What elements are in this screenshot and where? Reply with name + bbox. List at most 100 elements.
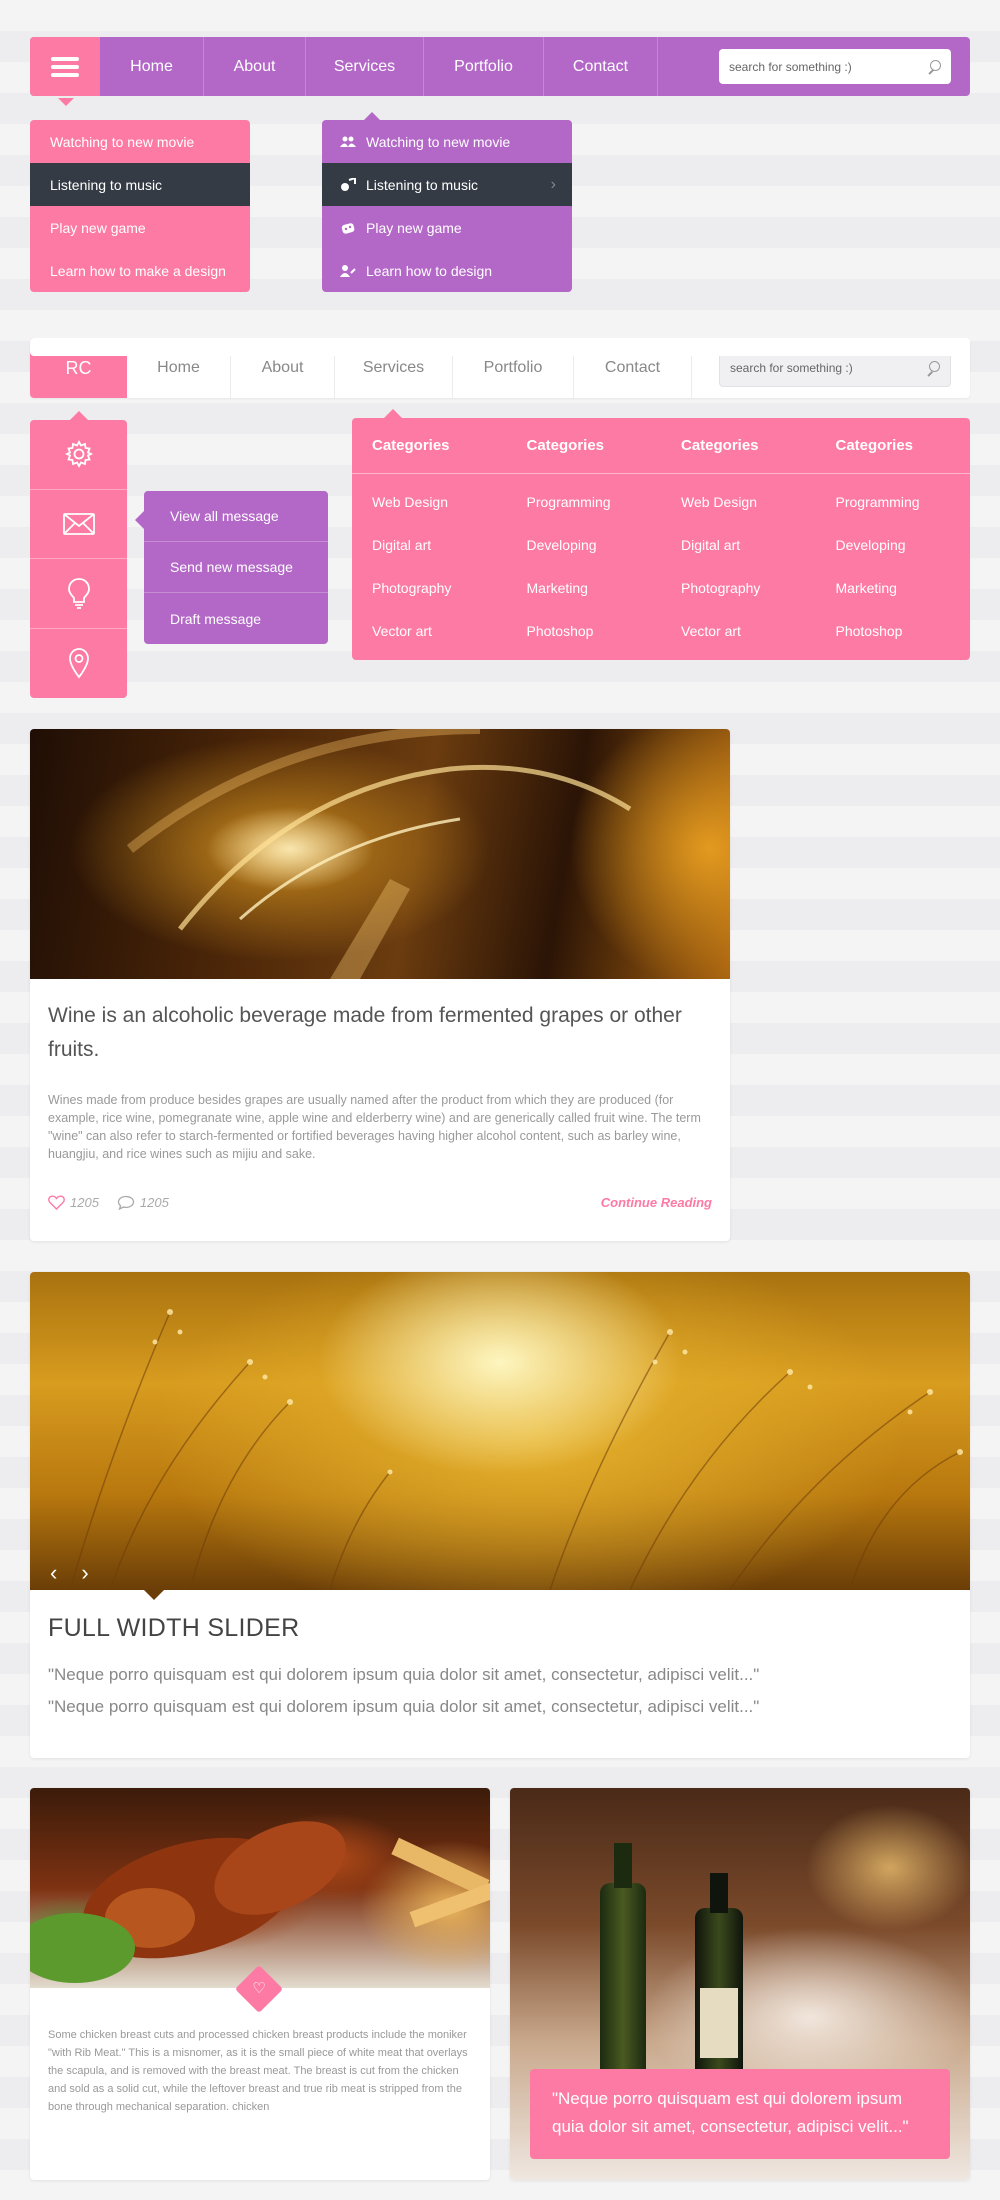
gamepad-icon: [340, 221, 356, 235]
category-link[interactable]: Digital art: [681, 523, 816, 566]
ideas-button[interactable]: [30, 559, 127, 629]
dropdown-item[interactable]: Learn how to design: [322, 249, 572, 292]
slider-quote: "Neque porro quisquam est qui dolorem ip…: [48, 1697, 760, 1716]
slider-pointer: [144, 1590, 164, 1600]
mega-menu: Categories Categories Categories Categor…: [352, 409, 970, 660]
mega-menu-links: Web Design Digital art Photography Vecto…: [352, 474, 970, 652]
dropdown-item-label: Watching to new movie: [366, 133, 511, 150]
slider-prev-button[interactable]: ‹: [50, 1560, 57, 1586]
bottle-label: [700, 1988, 738, 2058]
category-link[interactable]: Programming: [527, 480, 662, 523]
post-meta: 1205 1205: [48, 1195, 169, 1210]
category-link[interactable]: Vector art: [681, 609, 816, 652]
category-link[interactable]: Marketing: [527, 566, 662, 609]
messages-button[interactable]: [30, 490, 127, 559]
search-icon[interactable]: [926, 361, 940, 375]
menu-item-send-new-message[interactable]: Send new message: [144, 542, 328, 593]
category-link[interactable]: Developing: [836, 523, 971, 566]
dropdown-item-active[interactable]: Listening to music ›: [322, 163, 572, 206]
settings-button[interactable]: [30, 420, 127, 490]
chicken-image: [30, 1788, 490, 1988]
menu-item-view-all-message[interactable]: View all message: [144, 491, 328, 542]
category-link[interactable]: Vector art: [372, 609, 507, 652]
gear-icon: [64, 440, 93, 469]
nav-active-indicator: [30, 338, 970, 356]
heart-icon: [48, 1195, 65, 1210]
food-card: ♡ Some chicken breast cuts and processed…: [30, 1788, 490, 2180]
category-link[interactable]: Photography: [681, 566, 816, 609]
dropdown-item-label: Play new game: [366, 219, 462, 236]
category-link[interactable]: Web Design: [372, 480, 507, 523]
menu-item-draft-message[interactable]: Draft message: [144, 593, 328, 644]
nav-item-services[interactable]: Services: [306, 37, 424, 96]
dropdown-item[interactable]: Play new game: [322, 206, 572, 249]
likes-counter[interactable]: 1205: [48, 1195, 99, 1210]
top-navbar-purple: Home About Services Portfolio Contact: [30, 37, 970, 106]
category-column: Web Design Digital art Photography Vecto…: [661, 480, 816, 652]
users-icon: [340, 135, 356, 149]
post-title: Wine is an alcoholic beverage made from …: [48, 1004, 682, 1061]
location-pin-icon: [68, 648, 89, 679]
blog-post-card: Wine is an alcoholic beverage made from …: [30, 729, 730, 1241]
restaurant-card: "Neque porro quisquam est qui dolorem ip…: [510, 1788, 970, 2180]
wine-glass-image: [30, 729, 730, 979]
category-link[interactable]: Photography: [372, 566, 507, 609]
slider-quote: "Neque porro quisquam est qui dolorem ip…: [48, 1665, 760, 1684]
category-heading: Categories: [681, 437, 759, 454]
dropdown-item[interactable]: Watching to new movie: [322, 120, 572, 163]
chevron-right-icon: ›: [550, 175, 556, 193]
mail-icon: [62, 512, 95, 535]
hamburger-menu-button[interactable]: [30, 37, 100, 106]
dropdown-menu-purple: Watching to new movie Listening to music…: [322, 112, 572, 292]
slider-title: FULL WIDTH SLIDER: [48, 1614, 300, 1642]
food-card-text: Some chicken breast cuts and processed c…: [48, 2029, 468, 2113]
location-button[interactable]: [30, 629, 127, 699]
category-link[interactable]: Programming: [836, 480, 971, 523]
category-link[interactable]: Developing: [527, 523, 662, 566]
nav-item-portfolio[interactable]: Portfolio: [424, 37, 544, 96]
category-link[interactable]: Digital art: [372, 523, 507, 566]
slider-next-button[interactable]: ›: [81, 1560, 88, 1586]
category-heading: Categories: [835, 437, 914, 454]
slider-image-grass: ‹ ›: [30, 1272, 970, 1590]
nav-item-home[interactable]: Home: [100, 37, 204, 96]
dropdown-item-active[interactable]: Listening to music: [30, 163, 250, 206]
dropdown-item-label: Listening to music: [366, 176, 479, 193]
icon-sidebar: [30, 411, 127, 699]
quote-box: "Neque porro quisquam est qui dolorem ip…: [530, 2069, 950, 2159]
post-excerpt: Wines made from produce besides grapes a…: [48, 1093, 701, 1161]
dropdown-item-label: Learn how to design: [366, 262, 493, 279]
comments-count: 1205: [139, 1195, 169, 1210]
mega-menu-headings: Categories Categories Categories Categor…: [352, 418, 970, 474]
nav-item-contact[interactable]: Contact: [544, 37, 658, 96]
search-icon[interactable]: [927, 59, 941, 74]
category-column: Programming Developing Marketing Photosh…: [507, 480, 662, 652]
continue-reading-link[interactable]: Continue Reading: [601, 1195, 712, 1210]
music-icon: [340, 177, 356, 192]
comment-icon: [117, 1195, 135, 1210]
nav-item-about[interactable]: About: [204, 37, 306, 96]
likes-count: 1205: [70, 1195, 99, 1210]
user-edit-icon: [340, 264, 356, 278]
hamburger-icon: [51, 64, 79, 69]
message-flyout-menu: View all message Send new message Draft …: [135, 491, 328, 644]
category-link[interactable]: Marketing: [836, 566, 971, 609]
slider-arrows: ‹ ›: [50, 1560, 89, 1586]
category-link[interactable]: Photoshop: [836, 609, 971, 652]
dropdown-item[interactable]: Watching to new movie: [30, 120, 250, 163]
search-input[interactable]: [729, 59, 927, 74]
category-column: Programming Developing Marketing Photosh…: [816, 480, 971, 652]
heart-icon: ♡: [252, 1980, 266, 1997]
category-link[interactable]: Web Design: [681, 480, 816, 523]
lightbulb-icon: [67, 578, 90, 610]
comments-counter[interactable]: 1205: [117, 1195, 169, 1210]
category-column: Web Design Digital art Photography Vecto…: [352, 480, 507, 652]
dropdown-item[interactable]: Play new game: [30, 206, 250, 249]
category-heading: Categories: [526, 437, 605, 454]
dropdown-menu-pink: Watching to new movie Listening to music…: [30, 120, 250, 292]
dropdown-item[interactable]: Learn how to make a design: [30, 249, 250, 292]
full-width-slider: ‹ › FULL WIDTH SLIDER "Neque porro quisq…: [30, 1272, 970, 1758]
search-input[interactable]: [730, 361, 926, 375]
category-link[interactable]: Photoshop: [527, 609, 662, 652]
category-heading: Categories: [372, 437, 450, 454]
